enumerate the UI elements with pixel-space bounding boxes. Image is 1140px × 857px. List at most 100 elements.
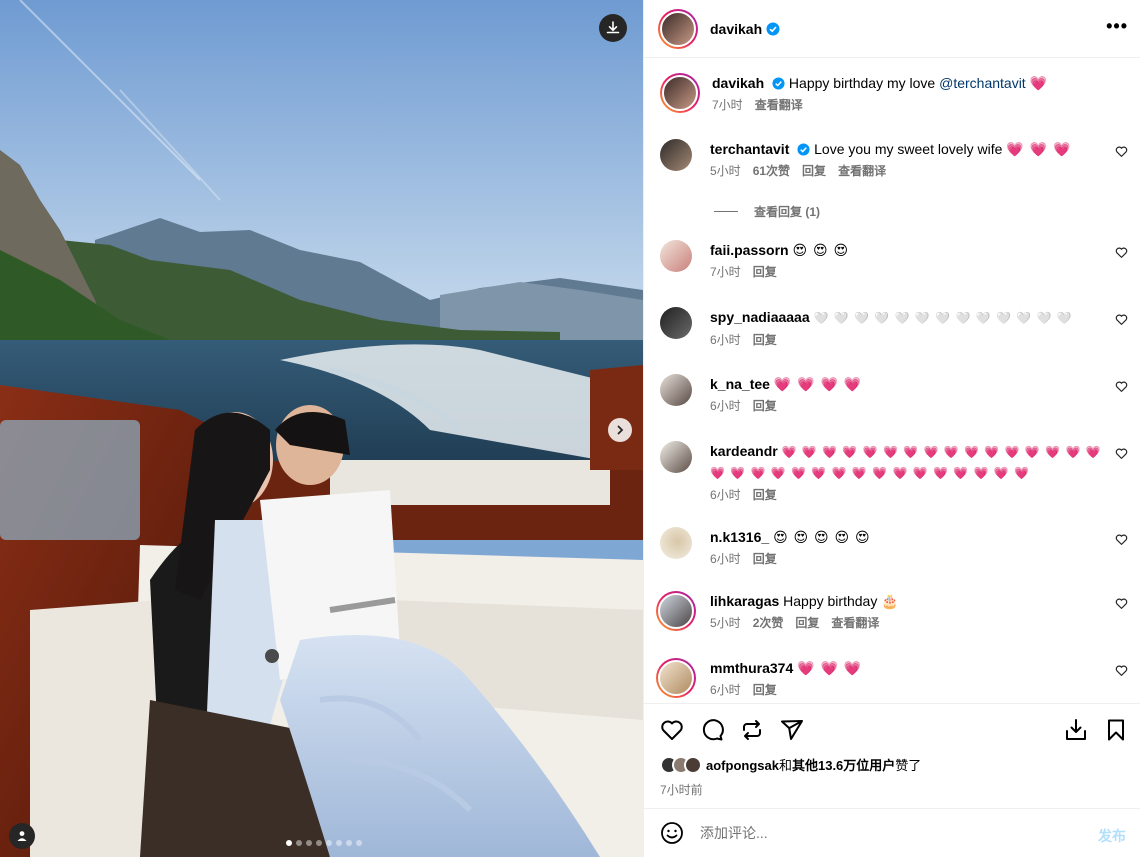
verified-badge-icon xyxy=(797,143,810,156)
author-avatar[interactable] xyxy=(658,8,698,49)
like-comment-heart-icon[interactable] xyxy=(1115,380,1128,393)
bookmark-icon[interactable] xyxy=(1104,718,1128,742)
comment-time[interactable]: 7小时 xyxy=(710,263,741,280)
comment-reply-button[interactable]: 回复 xyxy=(795,614,819,631)
author-username[interactable]: davikah xyxy=(710,21,762,37)
comment-time[interactable]: 6小时 xyxy=(710,681,741,698)
repost-icon[interactable] xyxy=(740,718,764,742)
save-to-collection-icon[interactable] xyxy=(1064,718,1088,742)
comment-time[interactable]: 6小时 xyxy=(710,331,741,348)
comment-reply-button[interactable]: 回复 xyxy=(753,331,777,348)
comment-time[interactable]: 5小时 xyxy=(710,162,741,179)
post-photo[interactable] xyxy=(0,0,643,857)
caption-username[interactable]: davikah xyxy=(712,75,764,91)
post-modal: davikah ••• davikah Happy birthday my lo… xyxy=(0,0,1140,857)
comment-likes-count[interactable]: 61次赞 xyxy=(753,162,790,179)
comment-username[interactable]: lihkaragas xyxy=(710,593,779,609)
emoji-icon[interactable] xyxy=(660,821,684,845)
comment-reply-button[interactable]: 回复 xyxy=(753,550,777,567)
comment-username[interactable]: n.k1316_ xyxy=(710,529,769,545)
comment-reply-button[interactable]: 回复 xyxy=(753,681,777,698)
like-comment-heart-icon[interactable] xyxy=(1115,597,1128,610)
likes-summary: aofpongsak和其他13.6万位用户赞了 xyxy=(660,755,921,774)
like-comment-heart-icon[interactable] xyxy=(1115,313,1128,326)
comment-avatar[interactable] xyxy=(656,591,696,631)
slide-dot xyxy=(306,840,312,846)
download-button[interactable] xyxy=(599,14,627,42)
comment-time[interactable]: 6小时 xyxy=(710,486,741,503)
user-icon xyxy=(17,831,27,841)
comment-username[interactable]: spy_nadiaaaaa xyxy=(710,309,810,325)
comment-avatar[interactable] xyxy=(660,307,692,339)
comment-text: Love you my sweet lovely wife xyxy=(814,141,1003,157)
comment-composer: 发布 xyxy=(644,808,1140,857)
caption-emoji: 💗 xyxy=(1029,75,1048,91)
comment-input[interactable] xyxy=(700,825,1060,841)
slide-dot xyxy=(346,840,352,846)
photo-scene xyxy=(0,0,643,857)
caption-avatar[interactable] xyxy=(660,73,700,113)
comment-reply-button[interactable]: 回复 xyxy=(753,397,777,414)
liker-username[interactable]: aofpongsak xyxy=(706,758,779,773)
comment-username[interactable]: k_na_tee xyxy=(710,376,770,392)
comment-reply-button[interactable]: 回复 xyxy=(753,486,777,503)
tagged-users-button[interactable] xyxy=(9,823,35,849)
comment-emoji: 😍 😍 😍 😍 😍 xyxy=(773,529,871,545)
comment-emoji: 💗 💗 💗 xyxy=(1006,141,1072,157)
like-comment-heart-icon[interactable] xyxy=(1115,145,1128,158)
comment-avatar[interactable] xyxy=(660,240,692,272)
post-side-panel: davikah ••• davikah Happy birthday my lo… xyxy=(643,0,1140,857)
comment-item: terchantavit Love you my sweet lovely wi… xyxy=(660,139,1128,179)
comment-bubble-icon[interactable] xyxy=(700,718,724,742)
comment-time[interactable]: 6小时 xyxy=(710,550,741,567)
like-comment-heart-icon[interactable] xyxy=(1115,447,1128,460)
comment-time[interactable]: 6小时 xyxy=(710,397,741,414)
comment-item: spy_nadiaaaaa 🤍 🤍 🤍 🤍 🤍 🤍 🤍 🤍 🤍 🤍 🤍 🤍 🤍 … xyxy=(660,307,1128,348)
comment-time[interactable]: 5小时 xyxy=(710,614,741,631)
comment-likes-count[interactable]: 2次赞 xyxy=(753,614,784,631)
download-icon xyxy=(606,21,620,34)
like-comment-heart-icon[interactable] xyxy=(1115,533,1128,546)
share-send-icon[interactable] xyxy=(780,718,804,742)
comment-avatar[interactable] xyxy=(656,658,696,698)
post-comment-button[interactable]: 发布 xyxy=(1098,826,1126,846)
slide-dot xyxy=(356,840,362,846)
comment-username[interactable]: terchantavit xyxy=(710,141,789,157)
view-replies-label: 查看回复 (1) xyxy=(754,205,821,219)
slide-dot xyxy=(336,840,342,846)
comment-avatar[interactable] xyxy=(660,374,692,406)
more-options-button[interactable]: ••• xyxy=(1106,16,1128,37)
comment-reply-button[interactable]: 回复 xyxy=(753,263,777,280)
comment-avatar[interactable] xyxy=(660,139,692,171)
comments-list[interactable]: davikah Happy birthday my love @terchant… xyxy=(644,59,1140,703)
like-comment-heart-icon[interactable] xyxy=(1115,246,1128,259)
post-timestamp[interactable]: 7小时前 xyxy=(660,781,703,798)
comment-emoji: 💗 💗 💗 💗 💗 💗 💗 💗 💗 💗 💗 💗 💗 💗 💗 💗 xyxy=(781,445,1102,459)
caption-translate-link[interactable]: 查看翻译 xyxy=(755,96,803,113)
comment-translate-link[interactable]: 查看翻译 xyxy=(831,614,879,631)
comment-item: k_na_tee 💗 💗 💗 💗 6小时 回复 xyxy=(660,374,1128,414)
comment-translate-link[interactable]: 查看翻译 xyxy=(838,162,886,179)
slide-dot xyxy=(326,840,332,846)
like-comment-heart-icon[interactable] xyxy=(1115,664,1128,677)
caption-text: Happy birthday my love xyxy=(788,75,936,91)
comment-username[interactable]: mmthura374 xyxy=(710,660,793,676)
comment-item: lihkaragas Happy birthday 🎂 5小时 2次赞 回复 查… xyxy=(656,591,1128,631)
slide-dot xyxy=(296,840,302,846)
comment-emoji: 🤍 🤍 🤍 🤍 🤍 🤍 🤍 🤍 🤍 🤍 🤍 🤍 🤍 xyxy=(813,311,1073,325)
comment-username[interactable]: faii.passorn xyxy=(710,242,789,258)
caption-time[interactable]: 7小时 xyxy=(712,96,743,113)
comment-reply-button[interactable]: 回复 xyxy=(802,162,826,179)
likes-others-link[interactable]: 其他13.6万位用户 xyxy=(792,758,895,773)
comment-username[interactable]: kardeandr xyxy=(710,443,778,459)
comment-emoji: 🎂 xyxy=(881,593,899,609)
replies-divider xyxy=(714,211,738,212)
view-replies-button[interactable]: 查看回复 (1) xyxy=(714,203,820,220)
comment-avatar[interactable] xyxy=(660,527,692,559)
verified-badge-icon xyxy=(772,77,785,90)
like-heart-icon[interactable] xyxy=(660,718,684,742)
comment-text: Happy birthday xyxy=(783,593,878,609)
caption-mention-link[interactable]: @terchantavit xyxy=(939,75,1026,91)
next-slide-button[interactable] xyxy=(608,418,632,442)
comment-avatar[interactable] xyxy=(660,441,692,473)
